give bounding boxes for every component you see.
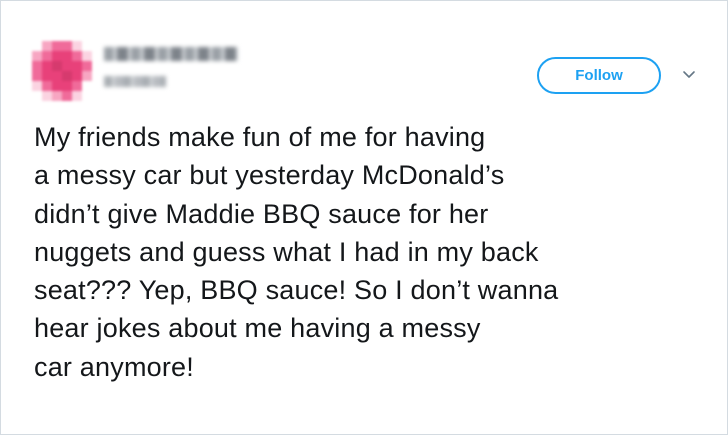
tweet-line: car anymore! bbox=[34, 351, 194, 382]
tweet-line: hear jokes about me having a messy bbox=[34, 313, 481, 344]
tweet-line: a messy car but yesterday McDonald’s bbox=[34, 160, 505, 191]
follow-button[interactable]: Follow bbox=[537, 57, 661, 94]
blurred-display-name[interactable] bbox=[104, 47, 238, 61]
tweet-text: My friends make fun of me for having a m… bbox=[34, 118, 684, 386]
tweet-line: seat??? Yep, BBQ sauce! So I don’t wanna bbox=[34, 275, 559, 306]
tweet-line: nuggets and guess what I had in my back bbox=[34, 236, 539, 267]
blurred-username[interactable] bbox=[104, 76, 166, 87]
tweet-line: didn’t give Maddie BBQ sauce for her bbox=[34, 198, 489, 229]
user-info[interactable] bbox=[104, 47, 238, 87]
chevron-down-icon[interactable] bbox=[681, 67, 697, 83]
tweet-card: Follow My friends make fun of me for hav… bbox=[0, 0, 728, 435]
tweet-line: My friends make fun of me for having bbox=[34, 122, 486, 152]
avatar[interactable] bbox=[32, 41, 92, 101]
